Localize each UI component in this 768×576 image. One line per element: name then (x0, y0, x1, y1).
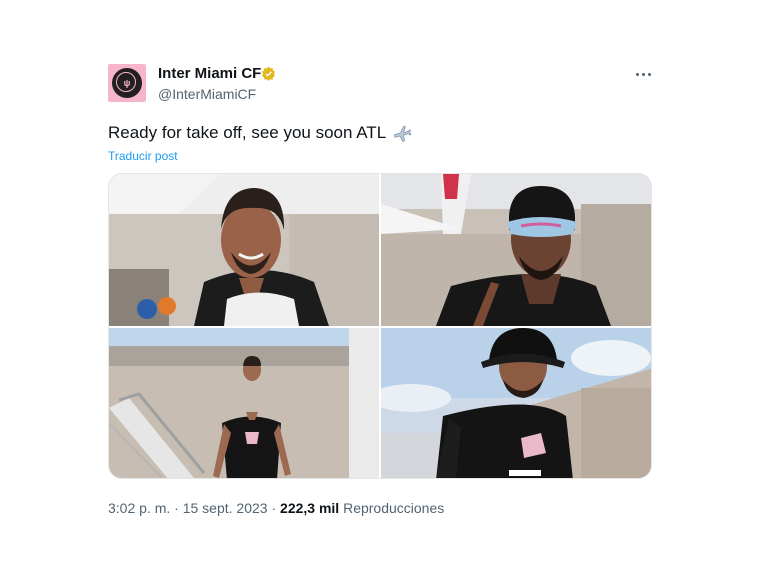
verified-badge-icon[interactable] (261, 66, 276, 81)
heron-icon: ψ (123, 78, 131, 88)
avatar[interactable]: ψ (108, 64, 146, 102)
dot-icon (641, 72, 645, 76)
club-crest-icon: ψ (112, 68, 142, 98)
airplane-icon (394, 125, 412, 142)
separator: · (271, 500, 277, 516)
translate-post-link[interactable]: Traducir post (108, 149, 178, 163)
player-photo-3[interactable] (109, 328, 379, 478)
dot-icon (635, 72, 639, 76)
post-metadata: 3:02 p. m. · 15 sept. 2023 · 222,3 mil R… (108, 499, 444, 517)
media-grid (108, 173, 652, 479)
account-handle[interactable]: @InterMiamiCF (158, 85, 256, 103)
tweet-text: Ready for take off, see you soon ATL (108, 123, 387, 142)
views-label: Reproducciones (343, 500, 445, 516)
dot-icon (647, 72, 651, 76)
account-name[interactable]: Inter Miami CF (158, 65, 261, 83)
player-photo-2[interactable] (381, 174, 651, 326)
post-time[interactable]: 3:02 p. m. (108, 500, 170, 516)
more-options-button[interactable] (630, 64, 656, 84)
tweet: ψ Inter Miami CF @InterMiamiCF Ready for… (0, 0, 768, 576)
views-count: 222,3 mil (280, 500, 340, 516)
separator: · (174, 500, 179, 516)
player-photo-1[interactable] (109, 174, 379, 326)
player-photo-4[interactable] (381, 328, 651, 478)
tweet-text-row: Ready for take off, see you soon ATL (108, 122, 412, 144)
post-date[interactable]: 15 sept. 2023 (183, 500, 268, 516)
